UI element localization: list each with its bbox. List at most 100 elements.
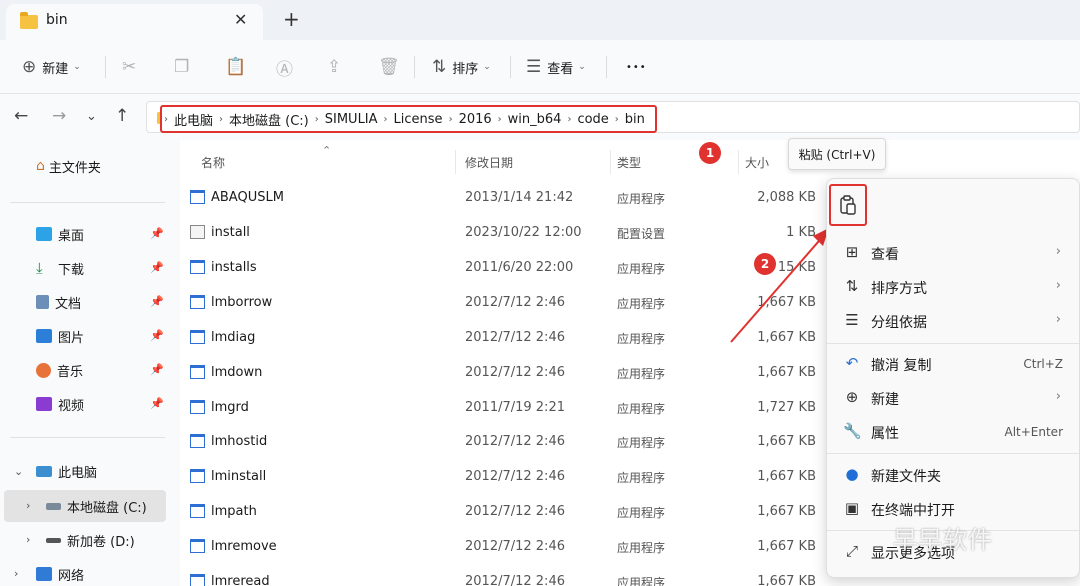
table-row[interactable]: lminstall 2012/7/12 2:46 应用程序 1,667 KB — [180, 460, 830, 494]
pin-icon[interactable]: 📌 — [150, 261, 164, 274]
nav-item-drive-c[interactable]: 本地磁盘 (C:) — [46, 491, 147, 521]
more-button[interactable]: ••• — [626, 54, 647, 80]
pin-icon[interactable]: 📌 — [150, 397, 164, 410]
column-header-date[interactable]: 修改日期 — [465, 154, 513, 171]
annotation-arrow — [730, 228, 829, 343]
nav-item-pictures[interactable]: 图片 — [36, 321, 84, 351]
chevron-right-icon[interactable]: › — [26, 499, 30, 512]
menu-item-group-by[interactable]: ☰ 分组依据 › — [827, 305, 1080, 337]
file-name: lmgrd — [211, 400, 249, 415]
table-row[interactable]: lmgrd 2011/7/19 2:21 应用程序 1,727 KB — [180, 391, 830, 425]
new-tab-button[interactable]: + — [283, 7, 300, 31]
table-row[interactable]: lmpath 2012/7/12 2:46 应用程序 1,667 KB — [180, 495, 830, 529]
divider — [606, 56, 607, 78]
menu-item-sort-by[interactable]: ⇅ 排序方式 › — [827, 271, 1080, 303]
pin-icon[interactable]: 📌 — [150, 295, 164, 308]
file-date: 2012/7/12 2:46 — [465, 434, 565, 449]
menu-item-properties[interactable]: 🔧 属性 Alt+Enter — [827, 416, 1080, 448]
file-size: 1,667 KB — [757, 434, 816, 449]
file-size: 1,667 KB — [757, 539, 816, 554]
menu-item-new[interactable]: ⊕ 新建 › — [827, 382, 1080, 414]
crumb-bin[interactable]: bin — [619, 112, 651, 127]
sort-button[interactable]: ⇅ 排序 ⌄ — [432, 54, 491, 80]
chevron-right-icon[interactable]: › — [14, 567, 18, 580]
column-header-name[interactable]: 名称 — [201, 154, 225, 171]
up-arrow-icon[interactable]: ↑ — [115, 106, 129, 126]
nav-item-desktop[interactable]: 桌面 — [36, 219, 84, 249]
table-row[interactable]: ABAQUSLM 2013/1/14 21:42 应用程序 2,088 KB — [180, 181, 830, 215]
nav-item-home[interactable]: ⌂ 主文件夹 — [36, 151, 101, 181]
table-row[interactable]: lmreread 2012/7/12 2:46 应用程序 1,667 KB — [180, 565, 830, 586]
paste-button[interactable]: 📋 — [225, 54, 252, 80]
column-header-type[interactable]: 类型 — [617, 154, 641, 171]
undo-icon: ↶ — [845, 354, 859, 372]
clipboard-icon: 📋 — [225, 57, 247, 77]
crumb-win-b64[interactable]: win_b64 — [502, 112, 568, 127]
nav-item-documents[interactable]: 文档 — [36, 287, 81, 317]
chevron-down-icon[interactable]: ⌄ — [14, 465, 23, 478]
nav-item-music[interactable]: 音乐 — [36, 355, 83, 385]
new-button[interactable]: ⊕ 新建 ⌄ — [22, 54, 81, 80]
application-icon — [190, 295, 205, 309]
application-icon — [190, 190, 205, 204]
copy-button[interactable]: ❐ — [174, 54, 195, 80]
menu-item-new-folder[interactable]: ● 新建文件夹 — [827, 459, 1080, 491]
pin-icon[interactable]: 📌 — [150, 227, 164, 240]
column-header-size[interactable]: 大小 — [745, 154, 769, 171]
close-tab-icon[interactable]: ✕ — [234, 10, 247, 29]
pin-icon[interactable]: 📌 — [150, 329, 164, 342]
nav-item-network[interactable]: 网络 — [36, 559, 84, 586]
breadcrumb[interactable]: › 此电脑 › 本地磁盘 (C:) › SIMULIA › License › … — [160, 105, 657, 133]
paste-menu-button[interactable] — [829, 184, 867, 226]
file-type: 应用程序 — [617, 436, 666, 450]
recent-chevron-icon[interactable]: ⌄ — [86, 109, 97, 124]
file-date: 2012/7/12 2:46 — [465, 295, 565, 310]
file-type: 应用程序 — [617, 576, 666, 586]
new-label: 新建 — [42, 61, 69, 77]
nav-item-label: 此电脑 — [58, 465, 98, 481]
application-icon — [190, 330, 205, 344]
drive-icon — [46, 502, 61, 510]
shortcut-label: Alt+Enter — [1004, 425, 1063, 439]
crumb-2016[interactable]: 2016 — [453, 112, 498, 127]
menu-item-view[interactable]: ⊞ 查看 › — [827, 237, 1080, 269]
view-label: 查看 — [547, 61, 574, 77]
table-row[interactable]: lmhostid 2012/7/12 2:46 应用程序 1,667 KB — [180, 425, 830, 459]
table-row[interactable]: lmremove 2012/7/12 2:46 应用程序 1,667 KB — [180, 530, 830, 564]
crumb-simulia[interactable]: SIMULIA — [319, 112, 384, 127]
divider — [10, 437, 165, 438]
crumb-license[interactable]: License — [388, 112, 449, 127]
divider — [510, 56, 511, 78]
column-divider[interactable] — [738, 150, 739, 174]
wrench-icon: 🔧 — [843, 422, 862, 440]
chevron-right-icon[interactable]: › — [26, 533, 30, 546]
title-bar: bin ✕ + — [0, 0, 1080, 40]
table-row[interactable]: lmdown 2012/7/12 2:46 应用程序 1,667 KB — [180, 356, 830, 390]
watermark: 早早软件 — [893, 526, 993, 554]
settings-file-icon — [190, 225, 205, 239]
nav-item-this-pc[interactable]: 此电脑 — [36, 456, 97, 486]
delete-button[interactable]: 🗑 — [378, 54, 406, 80]
file-name: lmdown — [211, 365, 263, 380]
forward-arrow-icon[interactable]: → — [52, 106, 66, 126]
nav-item-drive-d[interactable]: 新加卷 (D:) — [46, 525, 135, 555]
copy-icon: ❐ — [174, 57, 190, 77]
cut-button[interactable]: ✂ — [122, 54, 142, 80]
crumb-this-pc[interactable]: 此电脑 — [168, 110, 219, 129]
view-button[interactable]: ☰ 查看 ⌄ — [526, 54, 586, 80]
nav-item-downloads[interactable]: ⤓ 下载 — [36, 253, 84, 283]
nav-item-videos[interactable]: 视频 — [36, 389, 84, 419]
pin-icon[interactable]: 📌 — [150, 363, 164, 376]
crumb-drive-c[interactable]: 本地磁盘 (C:) — [223, 110, 315, 129]
column-divider[interactable] — [455, 150, 456, 174]
share-button[interactable]: ⇪ — [327, 54, 347, 80]
list-view-icon: ☰ — [526, 57, 542, 77]
crumb-code[interactable]: code — [571, 112, 614, 127]
rename-button[interactable]: Ⓐ — [276, 54, 299, 80]
back-arrow-icon[interactable]: ← — [14, 106, 28, 126]
column-divider[interactable] — [610, 150, 611, 174]
file-type: 应用程序 — [617, 471, 666, 485]
menu-item-undo[interactable]: ↶ 撤消 复制 Ctrl+Z — [827, 348, 1080, 380]
tab-bin[interactable]: bin ✕ — [6, 4, 263, 40]
file-type: 应用程序 — [617, 402, 666, 416]
